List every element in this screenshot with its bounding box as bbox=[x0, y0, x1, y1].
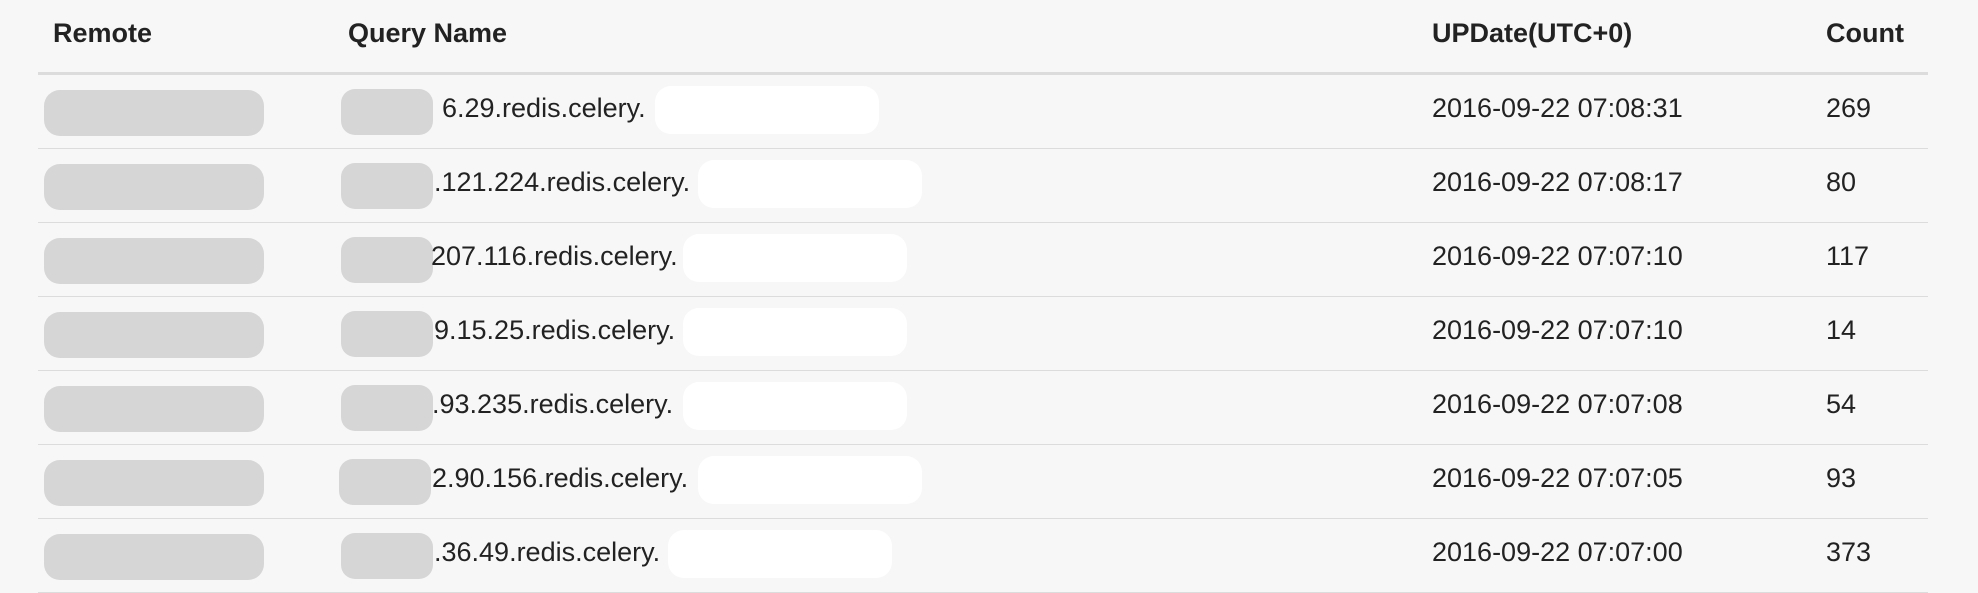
table-row[interactable]: 207.116.redis.celery. 2016-09-22 07:07:1… bbox=[38, 223, 1928, 297]
column-header-remote[interactable]: Remote bbox=[53, 18, 152, 49]
query-count: 373 bbox=[1826, 537, 1872, 567]
table-row[interactable]: 2.90.156.redis.celery. 2016-09-22 07:07:… bbox=[38, 445, 1928, 519]
redacted-remote bbox=[44, 386, 264, 432]
redacted-query-prefix bbox=[341, 163, 433, 209]
query-name: 6.29.redis.celery. bbox=[442, 93, 646, 123]
query-count: 80 bbox=[1826, 167, 1857, 197]
redacted-query-prefix bbox=[341, 385, 433, 431]
redacted-remote bbox=[44, 460, 264, 506]
query-name: 207.116.redis.celery. bbox=[431, 241, 678, 271]
redacted-query-prefix bbox=[341, 237, 433, 283]
update-time: 2016-09-22 07:07:10 bbox=[1432, 315, 1683, 345]
redacted-query-suffix bbox=[668, 530, 892, 578]
redacted-query-suffix bbox=[698, 456, 922, 504]
column-header-update[interactable]: UPDate(UTC+0) bbox=[1432, 18, 1632, 49]
redacted-query-prefix bbox=[341, 89, 433, 135]
redacted-remote bbox=[44, 90, 264, 136]
query-count: 269 bbox=[1826, 93, 1872, 123]
table-row[interactable]: 6.29.redis.celery. 2016-09-22 07:08:31 2… bbox=[38, 75, 1928, 149]
table-header: Remote Query Name UPDate(UTC+0) Count bbox=[38, 0, 1928, 75]
redacted-query-prefix bbox=[341, 311, 433, 357]
query-count: 117 bbox=[1826, 241, 1870, 271]
redacted-query-prefix bbox=[339, 459, 431, 505]
query-count: 54 bbox=[1826, 389, 1857, 419]
redacted-query-suffix bbox=[698, 160, 922, 208]
redacted-query-suffix bbox=[683, 308, 907, 356]
redacted-remote bbox=[44, 238, 264, 284]
update-time: 2016-09-22 07:07:08 bbox=[1432, 389, 1683, 419]
update-time: 2016-09-22 07:07:00 bbox=[1432, 537, 1683, 567]
dns-query-table: Remote Query Name UPDate(UTC+0) Count 6.… bbox=[38, 0, 1928, 593]
query-name: 2.90.156.redis.celery. bbox=[432, 463, 689, 493]
query-count: 93 bbox=[1826, 463, 1857, 493]
table-row[interactable]: .121.224.redis.celery. 2016-09-22 07:08:… bbox=[38, 149, 1928, 223]
update-time: 2016-09-22 07:07:05 bbox=[1432, 463, 1683, 493]
update-time: 2016-09-22 07:08:17 bbox=[1432, 167, 1683, 197]
redacted-remote bbox=[44, 164, 264, 210]
redacted-remote bbox=[44, 312, 264, 358]
update-time: 2016-09-22 07:08:31 bbox=[1432, 93, 1683, 123]
table-row[interactable]: 9.15.25.redis.celery. 2016-09-22 07:07:1… bbox=[38, 297, 1928, 371]
table-row[interactable]: .93.235.redis.celery. 2016-09-22 07:07:0… bbox=[38, 371, 1928, 445]
column-header-query-name[interactable]: Query Name bbox=[348, 18, 507, 49]
query-count: 14 bbox=[1826, 315, 1857, 345]
query-name: .93.235.redis.celery. bbox=[432, 389, 674, 419]
query-name: .36.49.redis.celery. bbox=[434, 537, 661, 567]
query-name: 9.15.25.redis.celery. bbox=[434, 315, 676, 345]
redacted-remote bbox=[44, 534, 264, 580]
redacted-query-suffix bbox=[683, 234, 907, 282]
table-row[interactable]: .36.49.redis.celery. 2016-09-22 07:07:00… bbox=[38, 519, 1928, 593]
redacted-query-prefix bbox=[341, 533, 433, 579]
redacted-query-suffix bbox=[683, 382, 907, 430]
column-header-count[interactable]: Count bbox=[1826, 18, 1904, 49]
query-name: .121.224.redis.celery. bbox=[434, 167, 691, 197]
redacted-query-suffix bbox=[655, 86, 879, 134]
update-time: 2016-09-22 07:07:10 bbox=[1432, 241, 1683, 271]
